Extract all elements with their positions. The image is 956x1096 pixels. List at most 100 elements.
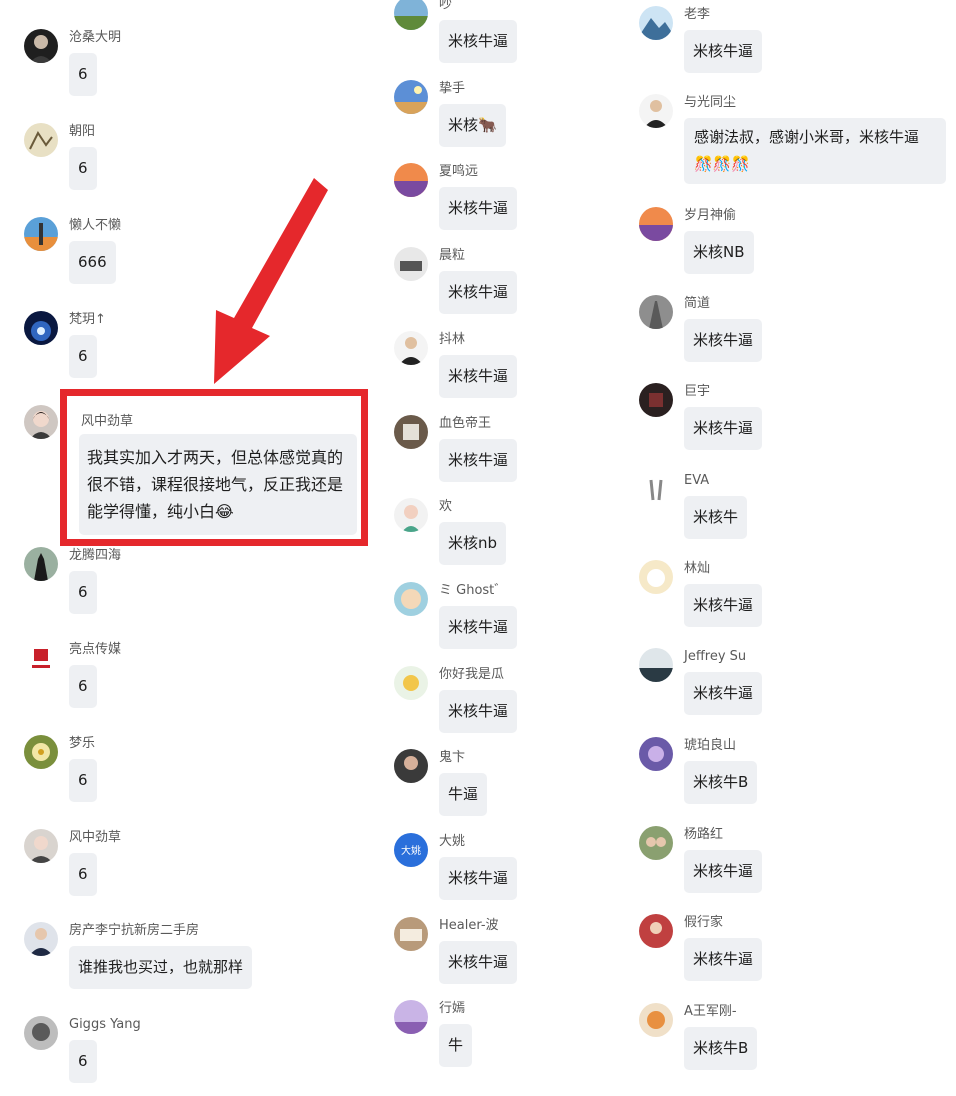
- sender-name: 懒人不懒: [69, 218, 122, 233]
- highlight-sender-name: 风中劲草: [81, 414, 134, 429]
- avatar[interactable]: 大姚: [394, 833, 428, 867]
- sender-name: 梦乐: [69, 736, 96, 751]
- avatar[interactable]: [24, 547, 58, 581]
- sender-name: 行嫣: [439, 1001, 466, 1017]
- avatar[interactable]: [639, 472, 673, 506]
- message-bubble: 米核牛逼: [684, 319, 763, 362]
- message-bubble: 米核牛逼: [439, 354, 518, 398]
- avatar[interactable]: [24, 922, 58, 956]
- avatar[interactable]: [394, 1000, 428, 1035]
- avatar[interactable]: [394, 665, 428, 700]
- avatar[interactable]: [394, 498, 428, 533]
- message-bubble: 米核牛逼: [684, 407, 763, 450]
- sender-name: 风中劲草: [69, 830, 122, 845]
- highlight-box: 风中劲草 我其实加入才两天，但总体感觉真的很不错，课程很接地气，反正我还是能学得…: [60, 389, 368, 546]
- sender-name: 亮点传媒: [69, 642, 122, 657]
- avatar[interactable]: [639, 560, 673, 594]
- avatar[interactable]: [639, 737, 673, 771]
- message-bubble: 米核牛逼: [439, 271, 518, 315]
- message-bubble: 米核牛逼: [439, 689, 518, 733]
- message-bubble: 6: [69, 335, 97, 378]
- avatar[interactable]: [394, 163, 428, 198]
- avatar[interactable]: [24, 123, 58, 157]
- chat-column-right: 老李 米核牛逼 与光同尘 感谢法叔，感谢小米哥，米核牛逼🎊🎊🎊 岁月神偷 米核NB 简道 米核…: [639, 0, 954, 1096]
- message-bubble: 米核牛逼: [439, 20, 518, 63]
- sender-name: 挚手: [439, 80, 466, 96]
- message-bubble: 米核牛逼: [439, 857, 518, 900]
- sender-name: 沧桑大明: [69, 30, 122, 45]
- message-bubble: 谁推我也买过，也就那样: [69, 946, 253, 989]
- message-bubble: 米核牛逼: [439, 187, 518, 231]
- avatar[interactable]: [24, 29, 58, 63]
- sender-name: 琥珀良山: [684, 738, 737, 753]
- message-bubble: 6: [69, 853, 97, 896]
- avatar[interactable]: [24, 1016, 58, 1050]
- message-bubble: 米核牛B: [684, 761, 758, 804]
- avatar[interactable]: [639, 914, 673, 948]
- avatar[interactable]: [394, 247, 428, 282]
- avatar[interactable]: [394, 581, 428, 616]
- message-bubble: 米核牛逼: [684, 672, 763, 715]
- avatar[interactable]: [639, 295, 673, 329]
- sender-name: 林灿: [684, 561, 711, 576]
- sender-name: 梵玥↑: [69, 312, 106, 327]
- avatar[interactable]: [394, 79, 428, 114]
- avatar[interactable]: [394, 330, 428, 365]
- message-bubble: 6: [69, 1040, 97, 1083]
- avatar[interactable]: [639, 383, 673, 417]
- message-bubble: 牛: [439, 1024, 473, 1068]
- sender-name: 老李: [684, 7, 711, 22]
- sender-name: ミ Ghost゛: [439, 582, 508, 598]
- message-bubble: 米核NB: [684, 231, 754, 274]
- avatar[interactable]: [394, 414, 428, 449]
- avatar[interactable]: [639, 207, 673, 241]
- sender-name: 龙腾四海: [69, 548, 122, 563]
- message-bubble: 米核牛: [684, 496, 748, 539]
- message-bubble: 6: [69, 759, 97, 802]
- message-bubble: 米核牛逼: [684, 938, 763, 981]
- message-bubble: 米核牛逼: [684, 584, 763, 627]
- avatar[interactable]: [639, 6, 673, 40]
- message-bubble: 米核牛逼: [684, 30, 763, 73]
- message-bubble: 米核牛逼: [439, 605, 518, 649]
- message-bubble: 米核牛逼: [684, 850, 763, 893]
- message-bubble: 米核牛逼: [439, 438, 518, 482]
- sender-name: EVA: [684, 473, 710, 488]
- sender-name: 与光同尘: [684, 95, 737, 110]
- sender-name: 房产李宁抗新房二手房: [69, 923, 200, 938]
- sender-name: 简道: [684, 296, 711, 311]
- sender-name: 夏鸣远: [439, 164, 479, 180]
- avatar[interactable]: [639, 648, 673, 682]
- message-bubble: 6: [69, 53, 97, 96]
- sender-name: 鬼卞: [439, 750, 466, 766]
- avatar[interactable]: [24, 829, 58, 863]
- avatar[interactable]: [24, 217, 58, 251]
- avatar[interactable]: [24, 641, 58, 675]
- message-bubble: 6: [69, 147, 97, 190]
- highlight-message-bubble: 我其实加入才两天，但总体感觉真的很不错，课程很接地气，反正我还是能学得懂，纯小白…: [79, 434, 357, 535]
- sender-name: 吵: [439, 0, 453, 12]
- sender-name: 朝阳: [69, 124, 96, 139]
- sender-name: 欢: [439, 499, 453, 515]
- avatar[interactable]: [394, 0, 428, 30]
- avatar[interactable]: [639, 826, 673, 860]
- sender-name: 血色帝王: [439, 415, 492, 431]
- avatar[interactable]: [394, 916, 428, 951]
- message-bubble: 感谢法叔，感谢小米哥，米核牛逼🎊🎊🎊: [684, 118, 946, 184]
- message-bubble: 米核牛逼: [439, 940, 518, 984]
- sender-name: 你好我是瓜: [439, 666, 505, 682]
- avatar[interactable]: [394, 749, 428, 784]
- chat-column-left: 沧桑大明 6 朝阳 6 懒人不懒 666 梵玥↑ 6 龙腾四海 6 亮点传媒 6 梦乐 6 风中劲草 6 房产李…: [24, 0, 354, 1096]
- avatar[interactable]: [24, 311, 58, 345]
- avatar[interactable]: [639, 1003, 673, 1037]
- sender-name: 抖林: [439, 331, 466, 347]
- sender-name: Giggs Yang: [69, 1017, 141, 1032]
- avatar[interactable]: [24, 735, 58, 769]
- message-bubble: 米核nb: [439, 522, 507, 566]
- avatar[interactable]: [639, 94, 673, 128]
- sender-name: Jeffrey Su: [684, 649, 747, 664]
- message-bubble: 牛逼: [439, 773, 488, 817]
- highlight-avatar[interactable]: [24, 405, 58, 439]
- sender-name: 杨路红: [684, 827, 724, 842]
- sender-name: 大姚: [439, 834, 466, 849]
